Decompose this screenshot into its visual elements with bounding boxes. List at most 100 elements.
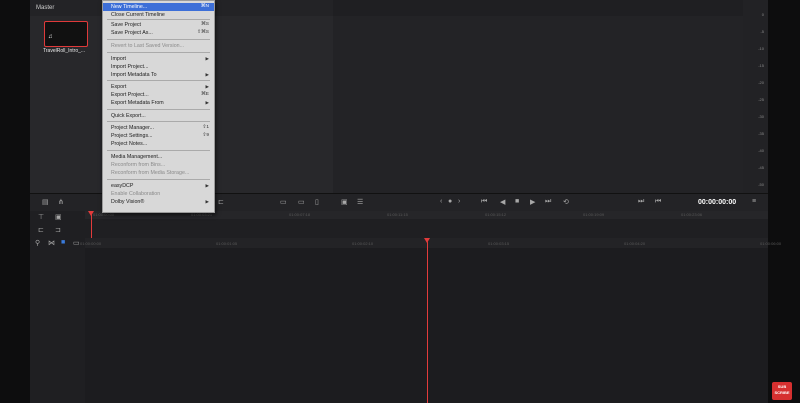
menu-item-project-manager[interactable]: Project Manager... ⇧1 bbox=[103, 124, 214, 132]
view-options-icon[interactable]: ▭ bbox=[73, 239, 80, 247]
loop-button[interactable]: ⟲ bbox=[563, 198, 569, 206]
options-menu-icon[interactable]: ≡ bbox=[752, 198, 756, 205]
track-headers: ⚲ ⋈ ■ ▭ bbox=[30, 238, 85, 403]
ruler-timecode: 01:00:23:06 bbox=[681, 212, 703, 217]
meter-tick-label: -35 bbox=[758, 131, 764, 136]
viewer-option-icon[interactable]: ▭ bbox=[280, 198, 287, 206]
menu-item-easydcp[interactable]: easyDCP ▶ bbox=[103, 182, 214, 190]
menu-item-reconform-from-media-storage: Reconform from Media Storage... bbox=[103, 169, 214, 177]
ruler-timecode: 01:00:02:10 bbox=[352, 241, 374, 246]
meter-tick-label: -5 bbox=[760, 29, 764, 34]
upper-playhead-handle[interactable] bbox=[88, 211, 94, 216]
menu-item-import[interactable]: Import ▶ bbox=[103, 55, 214, 63]
menu-separator bbox=[107, 39, 210, 40]
menu-item-quick-export[interactable]: Quick Export... bbox=[103, 112, 214, 120]
go-to-end-button[interactable]: ⏭ bbox=[545, 198, 551, 206]
menu-item-new-timeline[interactable]: New Timeline... ⌘N bbox=[103, 3, 214, 11]
menu-item-label: Save Project bbox=[111, 22, 142, 28]
clip-name[interactable]: TravelRoll_Intro_... bbox=[43, 48, 85, 54]
viewer bbox=[333, 0, 743, 193]
menu-item-import-metadata-to[interactable]: Import Metadata To ▶ bbox=[103, 71, 214, 79]
subscribe-logo: SUB SCRIBE bbox=[772, 382, 792, 400]
menu-item-save-project-as[interactable]: Save Project As... ⇧⌘S bbox=[103, 29, 214, 37]
mark-out-icon[interactable]: ⏮ bbox=[655, 198, 661, 206]
menu-item-export-metadata-from[interactable]: Export Metadata From ▶ bbox=[103, 99, 214, 107]
main-playhead[interactable] bbox=[427, 238, 428, 403]
menu-item-export-project[interactable]: Export Project... ⌘E bbox=[103, 91, 214, 99]
sort-icon[interactable]: ⊏ bbox=[218, 198, 224, 206]
menu-item-label: Export bbox=[111, 84, 127, 90]
menu-item-shortcut: ⇧⌘S bbox=[196, 30, 209, 35]
meter-tick-label: 0 bbox=[761, 12, 764, 17]
menu-item-label: Media Management... bbox=[111, 154, 163, 160]
menu-separator bbox=[107, 121, 210, 122]
meter-tick-label: -15 bbox=[758, 63, 764, 68]
menu-separator bbox=[107, 179, 210, 180]
menu-item-project-notes[interactable]: Project Notes... bbox=[103, 140, 214, 148]
menu-item-reconform-from-bins: Reconform from Bins... bbox=[103, 161, 214, 169]
menu-item-label: Import Project... bbox=[111, 64, 149, 70]
ruler-timecode: 01:00:19:09 bbox=[583, 212, 605, 217]
jog-right-icon[interactable]: › bbox=[458, 198, 460, 205]
play-reverse-button[interactable]: ◀ bbox=[500, 198, 505, 206]
submenu-arrow-icon: ▶ bbox=[205, 100, 209, 105]
menu-item-label: Dolby Vision® bbox=[111, 199, 145, 205]
menu-item-label: Save Project As... bbox=[111, 30, 153, 36]
menu-item-shortcut: ⇧9 bbox=[202, 133, 209, 138]
play-button[interactable]: ▶ bbox=[530, 198, 535, 206]
right-border bbox=[768, 0, 800, 403]
left-border bbox=[0, 0, 30, 403]
menu-item-shortcut: ⇧1 bbox=[202, 125, 209, 130]
timecode-display: 00:00:00:00 bbox=[698, 199, 737, 206]
settings-icon[interactable]: ☰ bbox=[357, 198, 363, 206]
menu-item-enable-collaboration: Enable Collaboration bbox=[103, 190, 214, 198]
list-view-icon[interactable]: ⋔ bbox=[58, 198, 64, 206]
menu-item-label: Reconform from Media Storage... bbox=[111, 170, 190, 176]
stop-button[interactable]: ■ bbox=[515, 198, 519, 205]
ruler-timecode: 01:00:11:15 bbox=[387, 212, 408, 217]
viewer-mode-icon[interactable]: ▭ bbox=[298, 198, 305, 206]
ruler-timecode: 01:00:06:00 bbox=[760, 241, 782, 246]
menu-item-label: Project Settings... bbox=[111, 133, 153, 139]
meter-tick-label: -25 bbox=[758, 97, 764, 102]
flag-icon[interactable]: ■ bbox=[61, 239, 65, 246]
timeline-view-icon[interactable]: ▣ bbox=[55, 213, 62, 221]
menu-item-project-settings[interactable]: Project Settings... ⇧9 bbox=[103, 132, 214, 140]
menu-item-import-project[interactable]: Import Project... bbox=[103, 63, 214, 71]
jog-dot-icon[interactable]: ● bbox=[448, 198, 452, 205]
timeline-tool-icon[interactable]: ⊤ bbox=[38, 213, 44, 221]
menu-item-close-current-timeline[interactable]: Close Current Timeline bbox=[103, 11, 214, 19]
menu-item-export[interactable]: Export ▶ bbox=[103, 83, 214, 91]
clip-icon[interactable]: ▣ bbox=[341, 198, 348, 206]
clip-thumbnail[interactable]: ♫ bbox=[44, 21, 88, 47]
submenu-arrow-icon: ▶ bbox=[205, 183, 209, 188]
menu-item-label: Import bbox=[111, 56, 127, 62]
viewer-layout-icon[interactable]: ▯ bbox=[315, 198, 319, 206]
menu-item-label: Revert to Last Saved Version... bbox=[111, 43, 185, 49]
menu-item-label: Enable Collaboration bbox=[111, 191, 161, 197]
snap-icon[interactable]: ⊐ bbox=[55, 226, 61, 234]
menu-item-save-project[interactable]: Save Project ⌘S bbox=[103, 21, 214, 29]
menu-item-media-management[interactable]: Media Management... bbox=[103, 153, 214, 161]
menu-separator bbox=[107, 19, 210, 20]
track-icon[interactable]: ⊏ bbox=[38, 226, 44, 234]
ruler-timecode: 01:00:15:12 bbox=[485, 212, 507, 217]
menu-item-dolby-vision[interactable]: Dolby Vision® ▶ bbox=[103, 198, 214, 206]
menu-item-label: easyDCP bbox=[111, 183, 134, 189]
main-playhead-handle[interactable] bbox=[424, 238, 430, 243]
grid-view-icon[interactable]: ▤ bbox=[42, 198, 49, 206]
marker-icon[interactable]: ⋈ bbox=[48, 239, 55, 247]
ruler-timecode: 01:00:01:05 bbox=[216, 241, 238, 246]
link-icon[interactable]: ⚲ bbox=[35, 239, 40, 247]
ruler-timecode: 01:00:07:18 bbox=[289, 212, 311, 217]
menu-separator bbox=[107, 80, 210, 81]
menu-item-label: Reconform from Bins... bbox=[111, 162, 166, 168]
menu-separator bbox=[107, 150, 210, 151]
menu-item-shortcut: ⌘E bbox=[201, 92, 209, 97]
mark-in-icon[interactable]: ⏭ bbox=[638, 198, 644, 206]
jog-left-icon[interactable]: ‹ bbox=[440, 198, 442, 205]
go-to-start-button[interactable]: ⏮ bbox=[481, 198, 487, 206]
submenu-arrow-icon: ▶ bbox=[205, 72, 209, 77]
bin-master-label[interactable]: Master bbox=[36, 5, 54, 11]
meter-tick-label: -45 bbox=[758, 165, 764, 170]
